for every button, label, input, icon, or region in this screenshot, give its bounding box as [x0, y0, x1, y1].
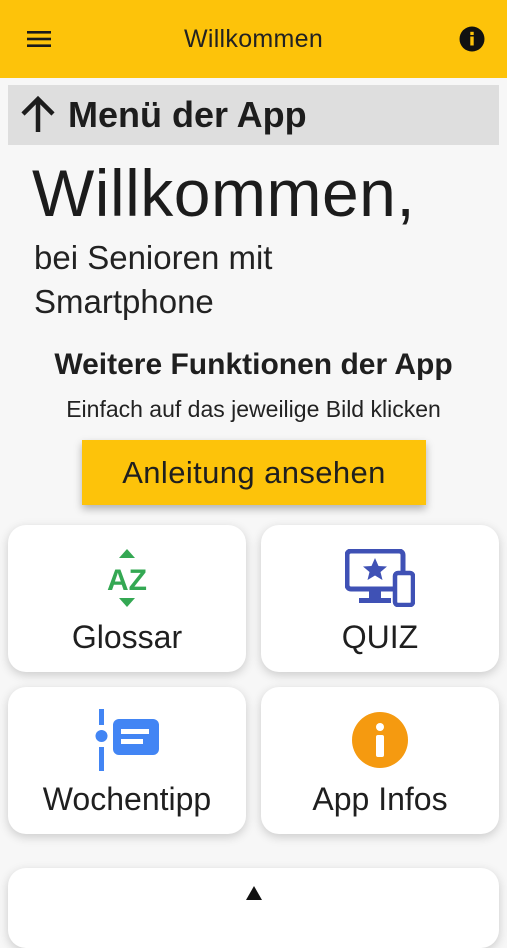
glossary-card[interactable]: AZ Glossar	[8, 525, 246, 672]
app-info-label: App Infos	[312, 781, 448, 817]
quiz-label: QUIZ	[341, 619, 419, 655]
glossary-label: Glossar	[71, 619, 183, 655]
app-bar-title: Willkommen	[183, 24, 324, 53]
weekly-tip-card[interactable]: Wochentipp	[8, 687, 246, 834]
functions-heading: Weitere Funktionen der App	[54, 348, 453, 381]
menu-banner-label: Menü der App	[68, 94, 307, 135]
timeline-note-icon	[93, 709, 161, 771]
menu-banner[interactable]: Menü der App	[8, 85, 499, 145]
welcome-subtitle: bei Senioren mit Smartphone	[34, 239, 273, 320]
app-bar: Willkommen	[0, 0, 507, 78]
app-info-card[interactable]: App Infos	[261, 687, 499, 834]
hamburger-menu-icon[interactable]	[24, 24, 54, 54]
info-button[interactable]	[457, 24, 487, 54]
functions-hint: Einfach auf das jeweilige Bild klicken	[66, 396, 441, 422]
info-circle-icon	[351, 709, 409, 771]
quiz-card[interactable]: QUIZ	[261, 525, 499, 672]
guide-button[interactable]: Anleitung ansehen	[82, 440, 426, 505]
partial-card[interactable]	[8, 868, 499, 948]
weekly-tip-label: Wochentipp	[42, 781, 212, 817]
partial-card-icon	[245, 886, 262, 900]
arrow-up-icon	[21, 95, 55, 132]
az-sort-icon: AZ	[99, 547, 155, 609]
svg-text:AZ: AZ	[107, 564, 147, 597]
monitor-star-icon	[345, 547, 415, 609]
welcome-title: Willkommen,	[32, 156, 416, 230]
info-circle-icon	[459, 26, 485, 52]
